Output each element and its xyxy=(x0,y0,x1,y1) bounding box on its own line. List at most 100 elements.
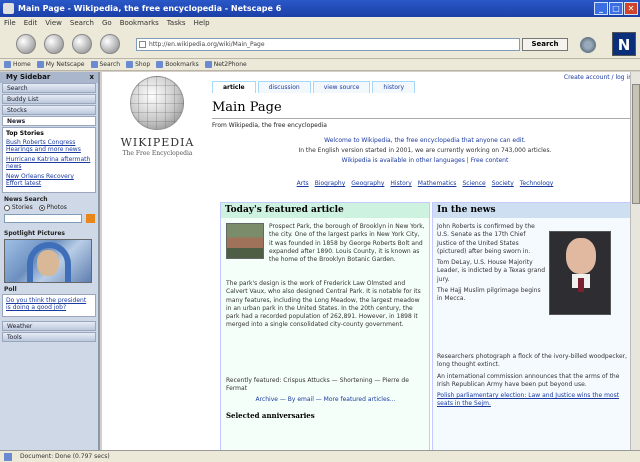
welcome-line: In the English version started in 2001, … xyxy=(298,147,552,154)
featured-archive-links[interactable]: Archive — By email — More featured artic… xyxy=(226,396,425,403)
page-icon xyxy=(139,41,146,48)
news-item[interactable]: Researchers photograph a flock of the iv… xyxy=(437,353,629,370)
bookmark-search[interactable]: Search xyxy=(90,61,120,68)
bookmark-my-netscape[interactable]: My Netscape xyxy=(36,61,85,68)
netscape-logo-icon[interactable]: N xyxy=(612,32,636,56)
menu-bookmarks[interactable]: Bookmarks xyxy=(120,19,159,27)
sidebar-tab-stocks[interactable]: Stocks xyxy=(2,105,96,115)
bookmark-shop[interactable]: Shop xyxy=(126,61,150,68)
reload-button[interactable] xyxy=(72,34,92,54)
news-search-input[interactable] xyxy=(4,214,82,223)
status-text: Document: Done (0.797 secs) xyxy=(20,453,110,460)
wikipedia-logo[interactable]: WIKIPEDIA The Free Encyclopedia xyxy=(110,74,205,174)
portal-link[interactable]: Society xyxy=(492,180,514,187)
back-button[interactable] xyxy=(16,34,36,54)
bookmark-home[interactable]: Home xyxy=(4,61,31,68)
navigation-toolbar: http://en.wikipedia.org/wiki/Main_Page S… xyxy=(0,29,640,59)
portrait-face xyxy=(566,238,596,274)
sidebar-tab-buddy-list[interactable]: Buddy List xyxy=(2,94,96,104)
news-item[interactable]: Polish parliamentary election: Law and J… xyxy=(437,392,629,409)
sidebar-story[interactable]: New Orleans Recovery Effort latest xyxy=(6,173,92,187)
news-item[interactable]: John Roberts is confirmed by the U.S. Se… xyxy=(437,223,547,256)
netscape-icon xyxy=(36,61,44,68)
menu-search[interactable]: Search xyxy=(70,19,94,27)
window-controls: _ □ ✕ xyxy=(594,2,638,15)
news-item[interactable]: Tom DeLay, U.S. House Majority Leader, i… xyxy=(437,259,547,284)
url-input[interactable]: http://en.wikipedia.org/wiki/Main_Page xyxy=(136,38,520,51)
menu-edit[interactable]: Edit xyxy=(24,19,38,27)
news-heading: In the news xyxy=(433,203,631,218)
logo-tagline: The Free Encyclopedia xyxy=(122,150,193,157)
recently-featured[interactable]: Recently featured: Crispus Attucks — Sho… xyxy=(226,377,425,393)
sidebar-story[interactable]: Hurricane Katrina aftermath news xyxy=(6,156,92,170)
close-button[interactable]: ✕ xyxy=(624,2,638,15)
tab-discussion[interactable]: discussion xyxy=(257,81,311,93)
featured-image[interactable] xyxy=(226,223,264,259)
menu-view[interactable]: View xyxy=(45,19,62,27)
shop-icon xyxy=(126,61,134,68)
portal-link[interactable]: History xyxy=(390,180,411,187)
title-divider xyxy=(212,118,630,119)
page-scrollbar[interactable] xyxy=(630,72,640,450)
sidebar-tab-tools[interactable]: Tools xyxy=(2,332,96,342)
featured-text: Prospect Park, the borough of Brooklyn i… xyxy=(269,223,425,264)
portal-link[interactable]: Science xyxy=(462,180,485,187)
scrollbar-thumb[interactable] xyxy=(632,84,640,204)
print-icon[interactable] xyxy=(580,37,596,53)
featured-heading: Today's featured article xyxy=(221,203,429,218)
window-titlebar[interactable]: Main Page - Wikipedia, the free encyclop… xyxy=(0,0,640,17)
radio-stories[interactable]: Stories xyxy=(4,204,33,211)
sidebar-tab-search[interactable]: Search xyxy=(2,83,96,93)
tab-history[interactable]: history xyxy=(372,81,416,93)
stop-button[interactable] xyxy=(100,34,120,54)
bookmark-net2phone[interactable]: Net2Phone xyxy=(204,61,247,68)
portal-link[interactable]: Mathematics xyxy=(418,180,457,187)
radio-icon xyxy=(4,204,10,211)
sidebar: My Sidebar x Search Buddy List Stocks Ne… xyxy=(0,72,100,450)
maximize-button[interactable]: □ xyxy=(609,2,623,15)
forward-button[interactable] xyxy=(44,34,64,54)
menu-bar: File Edit View Search Go Bookmarks Tasks… xyxy=(0,17,640,29)
news-portrait[interactable] xyxy=(549,231,611,315)
login-link[interactable]: Create account / log in xyxy=(564,74,632,81)
radio-photos[interactable]: Photos xyxy=(38,204,67,211)
connection-icon xyxy=(4,453,12,461)
portal-link[interactable]: Biography xyxy=(315,180,346,187)
spotlight-photo[interactable] xyxy=(4,239,92,283)
home-icon xyxy=(4,61,11,68)
menu-file[interactable]: File xyxy=(4,19,16,27)
menu-tasks[interactable]: Tasks xyxy=(167,19,186,27)
radio-selected-icon xyxy=(38,204,45,211)
welcome-line[interactable]: Welcome to Wikipedia, the free encyclope… xyxy=(220,136,630,146)
menu-help[interactable]: Help xyxy=(194,19,210,27)
portal-link[interactable]: Technology xyxy=(520,180,554,187)
menu-go[interactable]: Go xyxy=(102,19,112,27)
search-icon xyxy=(90,61,98,68)
bookmark-bookmarks[interactable]: Bookmarks xyxy=(156,61,199,68)
featured-text-continued: The park's design is the work of Frederi… xyxy=(226,280,421,329)
browser-app-icon xyxy=(3,3,14,14)
tab-view-source[interactable]: view source xyxy=(312,81,371,93)
personal-toolbar: Home My Netscape Search Shop Bookmarks N… xyxy=(0,59,640,71)
welcome-line[interactable]: Wikipedia is available in other language… xyxy=(220,156,630,166)
search-button[interactable]: Search xyxy=(522,38,568,51)
sidebar-tab-weather[interactable]: Weather xyxy=(2,321,96,331)
news-item[interactable]: An international commission announces th… xyxy=(437,373,629,390)
phone-icon xyxy=(204,61,212,68)
news-item[interactable]: The Hajj Muslim pilgrimage begins in Mec… xyxy=(437,287,547,304)
globe-pieces xyxy=(130,76,184,130)
portal-link[interactable]: Arts xyxy=(297,180,309,187)
poll-question[interactable]: Do you think the president is doing a go… xyxy=(6,297,92,311)
news-list-continued: Researchers photograph a flock of the iv… xyxy=(437,353,629,412)
spotlight-label: Spotlight Pictures xyxy=(4,230,65,237)
portal-links: Arts Biography Geography History Mathema… xyxy=(220,180,630,187)
status-bar: Document: Done (0.797 secs) xyxy=(0,450,640,462)
page-content: WIKIPEDIA The Free Encyclopedia Create a… xyxy=(102,72,640,450)
sidebar-story[interactable]: Bush Roberts Congress Hearings and more … xyxy=(6,139,92,153)
portal-link[interactable]: Geography xyxy=(351,180,384,187)
minimize-button[interactable]: _ xyxy=(594,2,608,15)
search-go-button[interactable] xyxy=(86,214,95,223)
tab-article[interactable]: article xyxy=(212,81,256,93)
sidebar-close-button[interactable]: x xyxy=(89,72,94,83)
sidebar-tab-news[interactable]: News xyxy=(2,116,96,126)
